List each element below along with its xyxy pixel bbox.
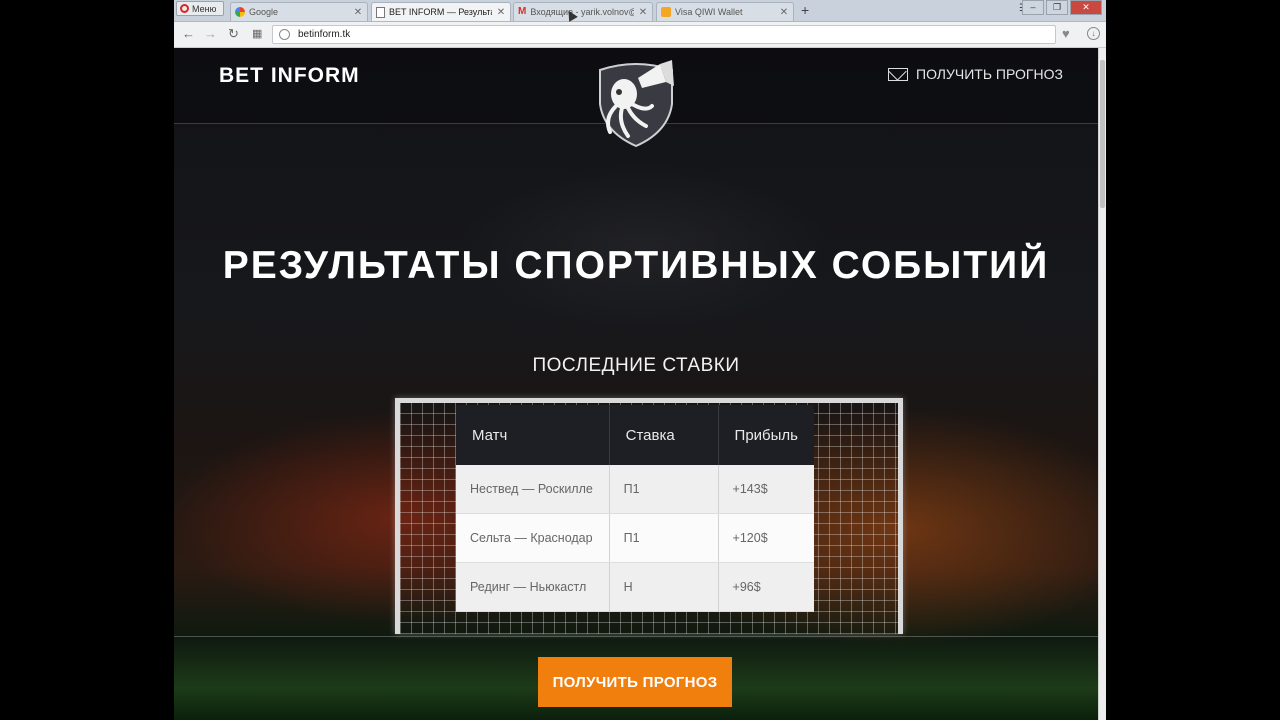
- browser-window: Меню Google ✕ BET INFORM — Результат ✕ M…: [174, 0, 1106, 720]
- match-cell: Сельта — Краснодар: [456, 513, 610, 563]
- reload-icon[interactable]: ↻: [228, 27, 239, 41]
- bet-cell: Н: [609, 562, 719, 612]
- tab-label: Google: [249, 7, 279, 17]
- profit-cell: +120$: [718, 513, 814, 563]
- hero-title: РЕЗУЛЬТАТЫ СПОРТИВНЫХ СОБЫТИЙ: [222, 244, 1050, 287]
- table-header-row: Матч Ставка Прибыль: [456, 405, 814, 465]
- header-get-forecast-link[interactable]: ПОЛУЧИТЬ ПРОГНОЗ: [888, 66, 1063, 82]
- table-row: Рединг — Ньюкастл Н +96$: [456, 562, 814, 612]
- column-header-bet: Ставка: [609, 405, 719, 465]
- octopus-shield-logo-icon: [599, 60, 674, 148]
- profit-cell: +143$: [718, 465, 814, 514]
- close-tab-icon[interactable]: ✕: [496, 7, 506, 18]
- scrollbar-thumb[interactable]: [1100, 60, 1105, 208]
- tab-google[interactable]: Google ✕: [230, 2, 368, 21]
- tab-gmail[interactable]: M Входящие - yarik.volnov@ ✕: [513, 2, 653, 21]
- site-logo[interactable]: BET INFORM: [219, 64, 360, 88]
- tab-qiwi[interactable]: Visa QIWI Wallet ✕: [656, 2, 794, 21]
- bookmark-heart-icon[interactable]: ♥: [1062, 26, 1070, 41]
- qiwi-icon: [661, 7, 671, 17]
- field-line: [174, 636, 1098, 637]
- menu-label: Меню: [192, 3, 217, 14]
- tab-label: Входящие - yarik.volnov@: [530, 7, 634, 17]
- new-tab-icon[interactable]: +: [801, 2, 809, 18]
- back-icon[interactable]: ←: [182, 27, 195, 41]
- download-icon[interactable]: ↓: [1087, 27, 1100, 40]
- bet-cell: П1: [609, 513, 719, 563]
- get-forecast-button[interactable]: ПОЛУЧИТЬ ПРОГНОЗ: [538, 657, 732, 707]
- tab-bet-inform[interactable]: BET INFORM — Результат ✕: [371, 2, 511, 21]
- table-row: Сельта — Краснодар П1 +120$: [456, 513, 814, 563]
- google-icon: [235, 7, 245, 17]
- tab-label: Visa QIWI Wallet: [675, 7, 743, 17]
- match-cell: Рединг — Ньюкастл: [456, 562, 610, 612]
- column-header-profit: Прибыль: [718, 405, 814, 465]
- latest-bets-table: Матч Ставка Прибыль Нествед — Роскилле П…: [456, 405, 814, 612]
- close-tab-icon[interactable]: ✕: [353, 7, 363, 18]
- gmail-icon: M: [518, 6, 527, 17]
- window-controls: – ❐ ✕: [1022, 0, 1102, 15]
- match-cell: Нествед — Роскилле: [456, 465, 610, 514]
- minimize-icon[interactable]: –: [1022, 0, 1044, 15]
- latest-bets-heading: ПОСЛЕДНИЕ СТАВКИ: [532, 355, 740, 376]
- tab-bar: Меню Google ✕ BET INFORM — Результат ✕ M…: [174, 0, 1106, 22]
- profit-cell: +96$: [718, 562, 814, 612]
- bet-cell: П1: [609, 465, 719, 514]
- tab-label: BET INFORM — Результат: [389, 7, 492, 17]
- header-cta-label: ПОЛУЧИТЬ ПРОГНОЗ: [916, 66, 1063, 82]
- browser-toolbar: ← → ↻ ▦ betinform.tk ♥ ↓: [174, 22, 1106, 48]
- page-scrollbar[interactable]: [1098, 48, 1106, 720]
- forward-icon[interactable]: →: [204, 27, 217, 41]
- close-window-icon[interactable]: ✕: [1070, 0, 1102, 15]
- opera-icon: [180, 4, 189, 13]
- opera-menu-button[interactable]: Меню: [176, 1, 224, 16]
- page-icon: [376, 6, 385, 18]
- speed-dial-icon[interactable]: ▦: [252, 27, 262, 41]
- globe-icon: [279, 29, 290, 40]
- envelope-icon: [888, 67, 908, 81]
- page-viewport: BET INFORM ПОЛУЧИТЬ ПРОГНОЗ РЕЗУЛЬТАТЫ С…: [174, 48, 1098, 720]
- table-row: Нествед — Роскилле П1 +143$: [456, 465, 814, 514]
- close-tab-icon[interactable]: ✕: [638, 7, 648, 18]
- address-text: betinform.tk: [298, 29, 351, 40]
- column-header-match: Матч: [456, 405, 610, 465]
- address-bar[interactable]: betinform.tk: [272, 25, 1056, 44]
- maximize-icon[interactable]: ❐: [1046, 0, 1068, 15]
- close-tab-icon[interactable]: ✕: [779, 7, 789, 18]
